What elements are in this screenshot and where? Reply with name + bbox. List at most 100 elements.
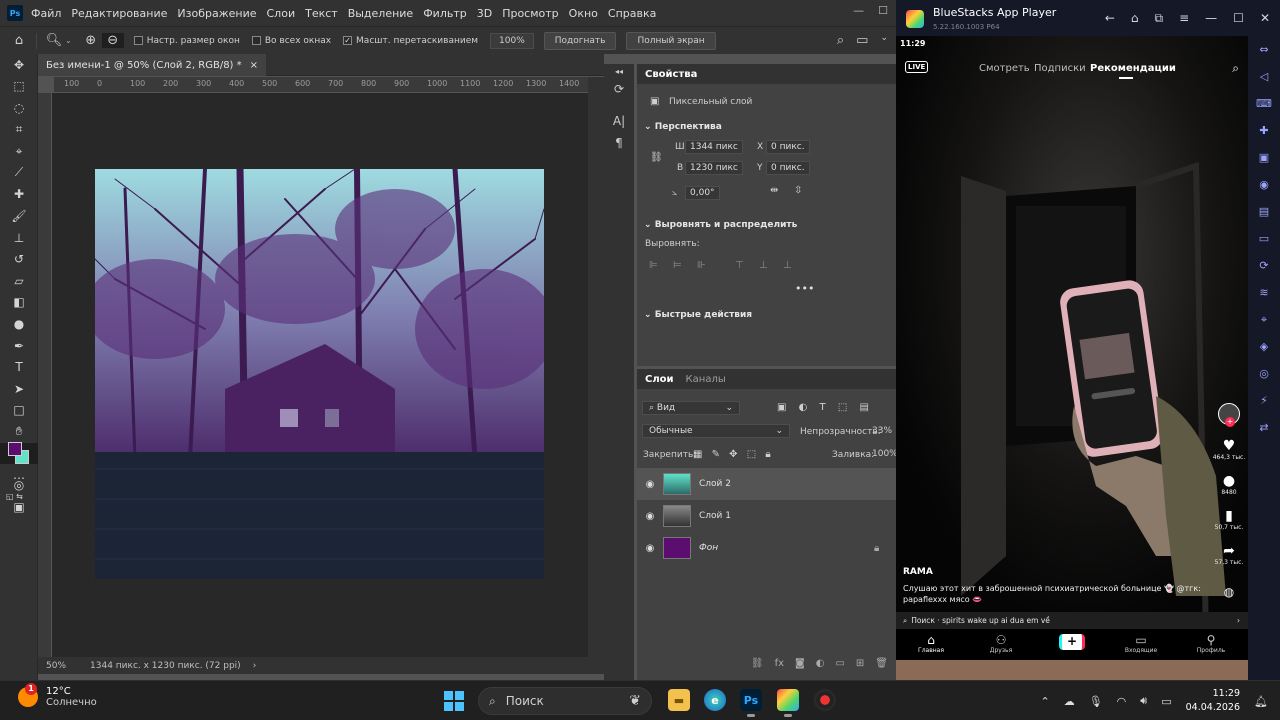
menu-view[interactable]: Просмотр — [502, 7, 558, 20]
home-icon[interactable]: ⌂ — [1131, 11, 1139, 26]
status-zoom[interactable]: 50% — [46, 661, 66, 671]
x-field[interactable]: 0 пикс. — [766, 140, 810, 154]
width-field[interactable]: 1344 пикс — [685, 140, 743, 154]
brush-tool-icon[interactable]: 🖌︎ — [0, 205, 38, 227]
screenshot-icon[interactable]: ▣ — [1248, 144, 1280, 171]
tab-following[interactable]: Подписки — [1034, 63, 1086, 74]
wifi-icon[interactable]: ◠ — [1117, 695, 1127, 708]
hand-tool-icon[interactable]: ✋︎ — [0, 421, 38, 443]
menu-layers[interactable]: Слои — [267, 7, 296, 20]
follow-button[interactable]: + — [1210, 403, 1248, 427]
fill-value[interactable]: 100% — [872, 449, 898, 459]
macro-icon[interactable]: ⚡︎ — [1248, 387, 1280, 414]
rotate-icon[interactable]: ⟳ — [1248, 252, 1280, 279]
type-tool-icon[interactable]: T — [0, 356, 38, 378]
sidebar-expand-icon[interactable]: ⇔ — [1248, 36, 1280, 63]
artwork-image[interactable] — [95, 169, 544, 579]
stamp-tool-icon[interactable]: ⊥ — [0, 227, 38, 249]
marquee-tool-icon[interactable]: ⬚ — [0, 76, 38, 98]
notification-bell-icon[interactable]: 🔔︎ — [1254, 695, 1268, 708]
video-frame[interactable] — [896, 36, 1248, 660]
new-group-icon[interactable]: ▭ — [835, 658, 844, 674]
network-drive-icon[interactable]: ☁︎ — [1064, 695, 1075, 708]
flip-horizontal-icon[interactable]: ⇹ — [770, 185, 778, 196]
align-top-icon[interactable]: ⊤ — [735, 260, 744, 271]
zoom-out-icon[interactable]: ⊖ — [101, 33, 124, 48]
align-section-header[interactable]: ⌄ Выровнять и распределить — [644, 220, 797, 230]
history-brush-tool-icon[interactable]: ↺ — [0, 248, 38, 270]
fill-screen-button[interactable]: Полный экран — [626, 31, 716, 50]
adjustment-layer-icon[interactable]: ◐ — [816, 658, 825, 674]
bluestacks-taskbar-icon[interactable] — [777, 689, 799, 717]
like-button[interactable]: ♥ 464,3 тыс. — [1210, 438, 1248, 461]
path-select-tool-icon[interactable]: ➤ — [0, 378, 38, 400]
healing-brush-tool-icon[interactable]: ✚ — [0, 184, 38, 206]
eraser-tool-icon[interactable]: ▱ — [0, 270, 38, 292]
delete-layer-icon[interactable]: 🗑︎ — [875, 658, 888, 674]
ps-minimize-icon[interactable]: — — [853, 4, 864, 17]
volume-icon[interactable]: 🔊︎ — [1140, 694, 1147, 708]
record-icon[interactable]: ◉ — [1248, 171, 1280, 198]
nav-friends[interactable]: ⚇ Друзья — [971, 633, 1031, 654]
tray-overflow-icon[interactable]: ⌃ — [1040, 695, 1049, 708]
minimize-icon[interactable]: — — [1205, 11, 1217, 26]
zoom-tool-icon[interactable]: 🔍︎ — [43, 33, 65, 48]
eye-icon[interactable]: ◉ — [637, 543, 663, 554]
gradient-tool-icon[interactable]: ◧ — [0, 292, 38, 314]
related-search-bar[interactable]: ⌕ Поиск · spirits wake up ai dua em về › — [896, 612, 1248, 629]
tab-properties[interactable]: Свойства — [645, 69, 697, 80]
multi-instance-icon[interactable]: ⧉ — [1155, 11, 1164, 26]
search-icon[interactable]: ⌕ — [1232, 61, 1239, 76]
save-button[interactable]: ▮ 50,7 тыс. — [1210, 508, 1248, 531]
follow-plus-icon[interactable]: + — [1225, 417, 1235, 427]
nav-inbox[interactable]: ▭ Входящие — [1111, 633, 1171, 654]
workspace-chevron-icon[interactable]: ⌄ — [880, 33, 888, 48]
weather-widget[interactable]: 1 12°C Солнечно — [18, 683, 97, 708]
back-icon[interactable]: ← — [1105, 11, 1115, 26]
all-windows-checkbox[interactable]: Во всех окнах — [251, 36, 331, 46]
photoshop-taskbar-icon[interactable]: Ps — [740, 689, 762, 717]
add-mask-icon[interactable]: ◙ — [795, 658, 805, 674]
layers-icon[interactable]: ◈ — [1248, 333, 1280, 360]
menu-image[interactable]: Изображение — [177, 7, 256, 20]
layer-row[interactable]: ◉ Слой 1 — [637, 500, 896, 532]
flip-vertical-icon[interactable]: ⇳ — [794, 185, 802, 196]
align-right-icon[interactable]: ⊪ — [697, 260, 706, 271]
menu-help[interactable]: Справка — [608, 7, 656, 20]
more-options-icon[interactable]: ••• — [795, 282, 814, 295]
tab-watch[interactable]: Смотреть — [979, 63, 1030, 74]
menu-file[interactable]: Файл — [31, 7, 61, 20]
close-icon[interactable]: ✕ — [1260, 11, 1270, 26]
tool-preset-chevron-icon[interactable]: ⌄ — [65, 36, 72, 45]
opacity-value[interactable]: 33% — [872, 426, 892, 436]
status-chevron-icon[interactable]: › — [253, 661, 257, 671]
shake-icon[interactable]: ≋ — [1248, 279, 1280, 306]
eyedropper-tool-icon[interactable]: ⟋ — [0, 162, 38, 184]
creator-avatar[interactable]: + — [1218, 403, 1240, 427]
blend-mode-select[interactable]: Обычные ⌄ — [642, 424, 790, 438]
quick-select-tool-icon[interactable]: ⌗ — [0, 119, 38, 141]
location-icon[interactable]: ⌖ — [1248, 306, 1280, 333]
start-button[interactable] — [444, 691, 464, 711]
comment-button[interactable]: ● 8480 — [1210, 473, 1248, 496]
document-tab[interactable]: Без имени-1 @ 50% (Слой 2, RGB/8) * × — [38, 54, 267, 76]
height-field[interactable]: 1230 пикс — [685, 161, 743, 175]
ps-maximize-icon[interactable]: ☐ — [878, 4, 888, 17]
file-explorer-icon[interactable]: ▬ — [668, 689, 690, 711]
share-button[interactable]: ➦ 57,3 тыс. — [1210, 543, 1248, 566]
link-dimensions-icon[interactable]: ⛓︎ — [650, 152, 663, 163]
menu-window[interactable]: Окно — [569, 7, 598, 20]
menu-type[interactable]: Текст — [305, 7, 338, 20]
fit-screen-button[interactable]: Подогнать — [543, 31, 617, 50]
quick-mask-icon[interactable]: ◎ — [0, 474, 38, 496]
battery-icon[interactable]: ▭ — [1161, 695, 1171, 708]
folder-icon[interactable]: ▭ — [1248, 225, 1280, 252]
eye-icon[interactable]: ◉ — [637, 479, 663, 490]
dodge-tool-icon[interactable]: ● — [0, 313, 38, 335]
quick-actions-header[interactable]: ⌄ Быстрые действия — [644, 310, 752, 320]
zoom-in-icon[interactable]: ⊕ — [80, 33, 102, 48]
maximize-icon[interactable]: ☐ — [1233, 11, 1244, 26]
nav-profile[interactable]: ⚲ Профиль — [1181, 633, 1241, 654]
paragraph-panel-icon[interactable]: ¶ — [604, 132, 634, 154]
layer-row[interactable]: ◉ Слой 2 — [637, 468, 896, 500]
